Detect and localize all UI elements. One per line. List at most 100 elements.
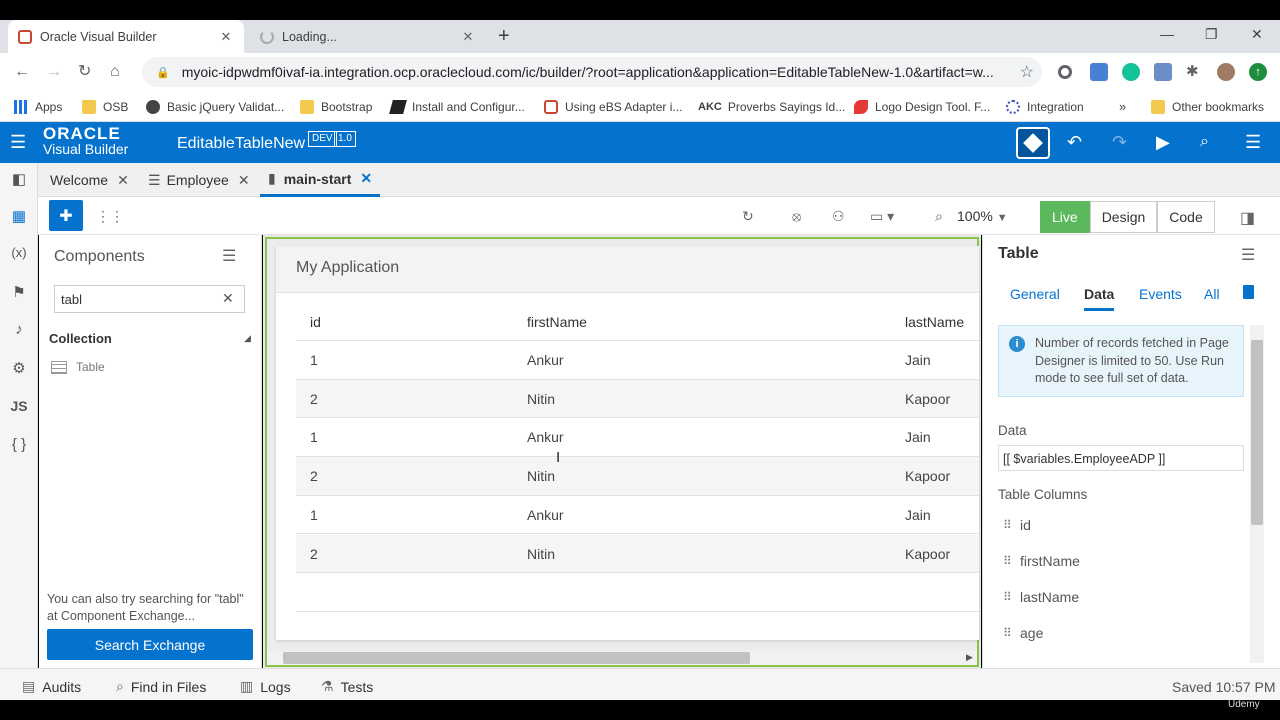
quick-start-icon[interactable] <box>1243 285 1254 299</box>
design-mode-button[interactable]: Design <box>1089 201 1158 233</box>
properties-menu-icon[interactable]: ☰ <box>1241 245 1255 265</box>
close-tab-icon[interactable]: ✕ <box>117 172 129 189</box>
components-menu-icon[interactable]: ☰ <box>222 246 236 266</box>
properties-scroll-thumb[interactable] <box>1251 340 1263 525</box>
properties-toggle-icon[interactable]: ◨ <box>1240 208 1255 228</box>
page-designer-icon[interactable]: ▦ <box>8 207 30 225</box>
tab-welcome[interactable]: Welcome ✕ <box>50 163 129 197</box>
roles-icon[interactable]: ⚇ <box>832 208 845 225</box>
live-mode-button[interactable]: Live <box>1040 201 1090 233</box>
drag-handle-icon[interactable]: ⠿ <box>1003 519 1012 531</box>
back-icon[interactable]: ← <box>14 63 30 81</box>
table-row[interactable] <box>296 534 979 574</box>
close-tab-icon[interactable]: ✕ <box>238 172 250 189</box>
reload-icon[interactable]: ↻ <box>78 63 91 81</box>
bookmark-logo-design[interactable]: Logo Design Tool. F... <box>854 91 990 122</box>
extension-record-icon[interactable] <box>1058 65 1072 79</box>
close-tab-icon[interactable]: ✕ <box>360 170 372 187</box>
run-icon[interactable]: ▶ <box>1156 131 1170 153</box>
tab-employee[interactable]: ☰ Employee ✕ <box>148 163 250 197</box>
bookmark-bootstrap[interactable]: Bootstrap <box>300 91 372 122</box>
code-mode-button[interactable]: Code <box>1157 201 1215 233</box>
drag-handle-icon[interactable]: ⠿ <box>1003 591 1012 603</box>
bookmark-jquery[interactable]: Basic jQuery Validat... <box>146 91 284 122</box>
extension-card-icon[interactable] <box>1154 63 1172 81</box>
table-row[interactable] <box>296 496 979 535</box>
update-icon[interactable]: ↑ <box>1249 63 1267 81</box>
minimize-icon[interactable]: — <box>1160 26 1174 42</box>
audits-button[interactable]: ▤ Audits <box>22 678 81 695</box>
refresh-icon[interactable]: ↻ <box>742 208 754 225</box>
undo-icon[interactable]: ↶ <box>1067 131 1082 153</box>
js-icon[interactable]: JS <box>8 398 30 414</box>
column-item-firstname[interactable]: ⠿ firstName <box>1003 553 1080 569</box>
new-tab-icon[interactable]: + <box>498 26 510 46</box>
bookmark-apps[interactable]: Apps <box>14 91 62 122</box>
column-header-id[interactable]: id <box>310 314 321 330</box>
tests-button[interactable]: ⚗ Tests <box>321 678 373 695</box>
component-search-input[interactable]: tabl <box>54 285 245 313</box>
column-header-lastname[interactable]: lastName <box>905 314 964 330</box>
column-item-id[interactable]: ⠿ id <box>1003 517 1031 533</box>
extension-screen-icon[interactable] <box>1090 63 1108 81</box>
redo-icon[interactable]: ↷ <box>1112 131 1127 153</box>
components-button[interactable]: ✚ <box>49 200 83 231</box>
bookmark-star-icon[interactable]: ☆ <box>1020 62 1034 82</box>
scroll-right-arrow-icon[interactable]: ▶ <box>966 652 973 663</box>
close-tab-icon[interactable]: ✕ <box>218 29 234 45</box>
json-braces-icon[interactable]: { } <box>8 436 30 453</box>
bell-icon[interactable]: ♪ <box>8 321 30 338</box>
drag-handle-icon[interactable]: ⠿ <box>1003 555 1012 567</box>
forward-icon[interactable]: → <box>46 63 62 81</box>
column-header-firstname[interactable]: firstName <box>527 314 587 330</box>
collection-section-header[interactable]: Collection <box>49 331 112 346</box>
bookmark-proverbs[interactable]: AKC Proverbs Sayings Id... <box>698 91 845 122</box>
menu-lines-icon[interactable]: ☰ <box>1245 131 1261 153</box>
tab-general[interactable]: General <box>1010 286 1060 302</box>
url-text[interactable]: myoic-idpwdmf0ivaf-ia.integration.ocp.or… <box>182 64 1002 80</box>
close-tab-icon[interactable]: ✕ <box>460 29 476 45</box>
git-button[interactable] <box>1016 127 1050 159</box>
bookmark-integration[interactable]: Integration <box>1006 91 1084 122</box>
find-in-files-button[interactable]: ⌕ Find in Files <box>116 678 206 695</box>
table-row[interactable] <box>296 457 979 496</box>
drag-handle-icon[interactable]: ⠿ <box>1003 627 1012 639</box>
browser-tab-oracle[interactable]: Oracle Visual Builder ✕ <box>8 20 244 53</box>
close-window-icon[interactable]: ✕ <box>1251 26 1263 43</box>
logs-button[interactable]: ▥ Logs <box>240 678 291 695</box>
component-table[interactable]: Table <box>51 360 105 374</box>
flag-icon[interactable]: ⚑ <box>8 283 30 301</box>
home-icon[interactable]: ⌂ <box>110 63 120 81</box>
tab-data[interactable]: Data <box>1084 286 1115 311</box>
search-icon[interactable]: ⌕ <box>1200 131 1209 153</box>
horizontal-scroll-thumb[interactable] <box>283 652 750 664</box>
bookmarks-overflow-chevron[interactable]: » <box>1119 91 1126 122</box>
clear-search-icon[interactable]: ✕ <box>222 290 234 307</box>
app-name[interactable]: EditableTableNew <box>177 135 305 153</box>
profile-avatar[interactable] <box>1217 63 1235 81</box>
data-binding-input[interactable]: [[ $variables.EmployeeADP ]] <box>998 445 1244 471</box>
browser-tab-loading[interactable]: Loading... ✕ <box>250 20 486 53</box>
bookmark-other[interactable]: Other bookmarks <box>1151 91 1264 122</box>
collapse-triangle-icon[interactable]: ◢ <box>244 333 251 344</box>
column-item-lastname[interactable]: ⠿ lastName <box>1003 589 1079 605</box>
bookmark-osb[interactable]: OSB <box>82 91 128 122</box>
settings-gear-icon[interactable]: ⚙ <box>8 359 30 377</box>
hamburger-menu-icon[interactable]: ☰ <box>10 131 26 153</box>
tab-events[interactable]: Events <box>1139 286 1182 302</box>
structure-icon[interactable]: ⋮⋮ <box>96 208 124 225</box>
table-row[interactable] <box>296 418 979 458</box>
bookmark-ebs-adapter[interactable]: Using eBS Adapter i... <box>544 91 682 122</box>
grammarly-icon[interactable] <box>1122 63 1140 81</box>
extensions-puzzle-icon[interactable]: ✱ <box>1186 63 1199 81</box>
table-row[interactable] <box>296 341 979 380</box>
device-icon[interactable]: ▭ ▾ <box>870 208 894 225</box>
bookmark-install[interactable]: Install and Configur... <box>389 91 525 122</box>
restore-icon[interactable]: ❐ <box>1205 26 1218 43</box>
column-item-age[interactable]: ⠿ age <box>1003 625 1043 641</box>
variables-icon[interactable]: (x) <box>8 245 30 260</box>
navigator-icon[interactable]: ◧ <box>8 170 30 188</box>
address-bar[interactable]: 🔒 myoic-idpwdmf0ivaf-ia.integration.ocp.… <box>142 57 1042 87</box>
zoom-level-dropdown[interactable]: 100% ▼ <box>957 208 1008 224</box>
search-exchange-button[interactable]: Search Exchange <box>47 629 253 660</box>
